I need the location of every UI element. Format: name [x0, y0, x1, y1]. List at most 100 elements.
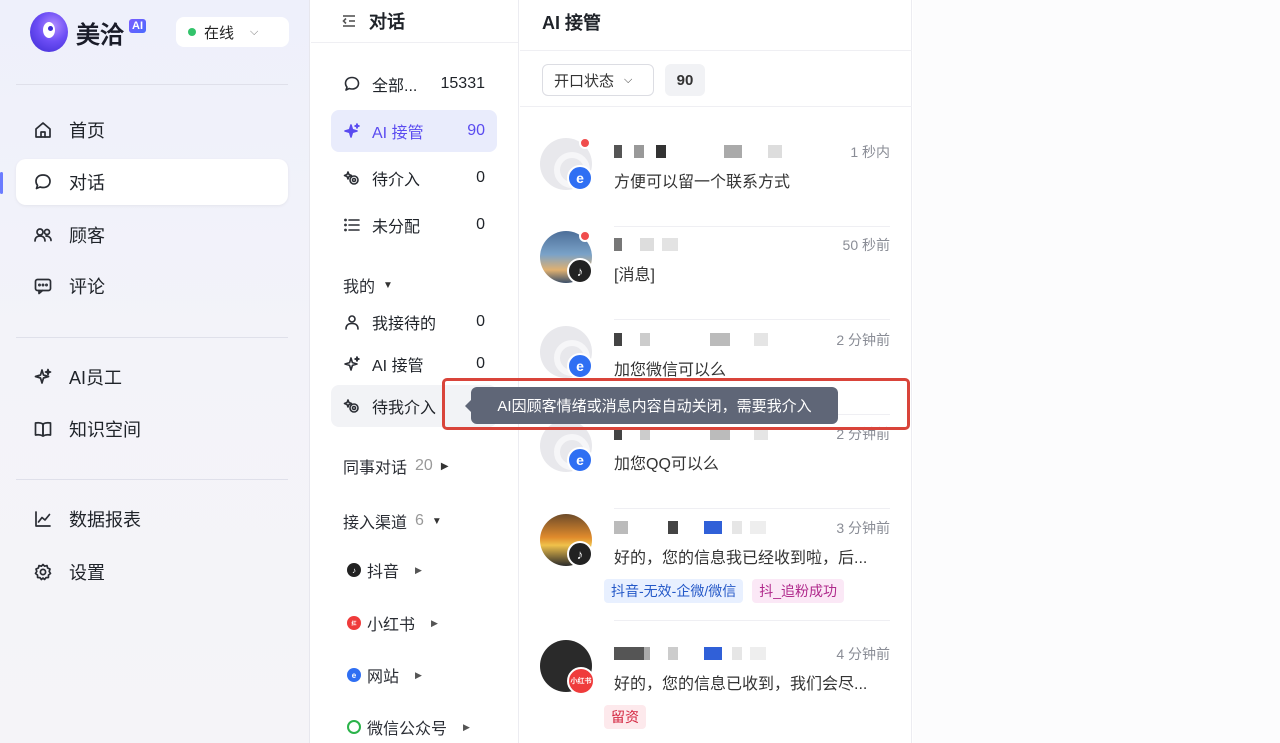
- conversation-filter-panel: 对话 全部... 15331 AI 接管 90 待介入 0 未分配 0 我的 ▼: [311, 0, 519, 743]
- unread-dot: [579, 230, 591, 242]
- chevron-down-icon: ⌵: [250, 25, 259, 38]
- nav-divider: [16, 84, 288, 85]
- brand-name: 美洽: [76, 21, 124, 49]
- message-preview: 好的，您的信息我已经收到啦，后...: [614, 550, 868, 567]
- tag[interactable]: 抖_追粉成功: [752, 579, 845, 603]
- nav-item-settings[interactable]: 设置: [16, 549, 288, 595]
- nav-item-label: 知识空间: [69, 420, 141, 440]
- customer-name-redacted: [614, 521, 766, 535]
- filter-label: 待我介入: [372, 400, 437, 417]
- filter-label: 未分配: [372, 219, 421, 236]
- filter-all[interactable]: 全部... 15331: [331, 63, 497, 105]
- person-icon: [343, 313, 361, 331]
- website-source-icon: e: [567, 353, 593, 379]
- caret-right-icon: ▶: [431, 617, 438, 628]
- conversation-panel-title: 对话: [369, 12, 405, 32]
- section-channels-count: 6: [415, 512, 424, 529]
- message-preview: 好的，您的信息已收到，我们会尽...: [614, 676, 868, 693]
- channel-label: 抖音: [367, 564, 400, 581]
- channel-label: 网站: [367, 669, 400, 686]
- section-colleagues-count: 20: [415, 457, 433, 474]
- channel-website[interactable]: e 网站 ▶: [347, 663, 422, 687]
- channel-wechat-official[interactable]: 微信公众号 ▶: [347, 715, 470, 739]
- nav-item-label: 数据报表: [69, 510, 141, 530]
- nav-item-ai-staff[interactable]: AI员工: [16, 354, 288, 400]
- caret-right-icon: ▶: [415, 669, 422, 680]
- channel-xiaohongshu[interactable]: 红 小红书 ▶: [347, 611, 438, 635]
- filter-unassigned[interactable]: 未分配 0: [331, 204, 497, 246]
- conversation-row[interactable]: e 1 秒内 方便可以留一个联系方式: [540, 133, 892, 227]
- section-colleagues-label: 同事对话: [343, 460, 408, 477]
- caret-right-icon: ▶: [415, 564, 422, 575]
- list-icon: [343, 216, 361, 234]
- open-status-select[interactable]: 开口状态 ⌵: [542, 64, 654, 96]
- nav-item-label: 评论: [69, 277, 105, 297]
- nav-item-label: 首页: [69, 121, 105, 141]
- book-icon: [32, 418, 54, 440]
- nav-item-customers[interactable]: 顾客: [16, 212, 288, 258]
- douyin-source-icon: ♪: [567, 541, 593, 567]
- tag[interactable]: 抖音-无效-企微/微信: [604, 579, 744, 603]
- customer-name-redacted: [614, 647, 766, 661]
- online-dot-icon: [188, 28, 196, 36]
- nav-divider: [16, 479, 288, 480]
- conversation-row[interactable]: ♪ 50 秒前 [消息]: [540, 226, 892, 320]
- tag[interactable]: 留资: [604, 705, 646, 729]
- channel-douyin[interactable]: ♪ 抖音 ▶: [347, 558, 422, 582]
- filter-ai-takeover[interactable]: AI 接管 90: [331, 110, 497, 152]
- tag-list: 留资: [604, 705, 646, 729]
- online-status-dropdown[interactable]: 在线 ⌵: [176, 17, 289, 47]
- chat-bubble-icon: [343, 75, 361, 93]
- row-divider: [614, 620, 890, 621]
- nav-item-knowledge[interactable]: 知识空间: [16, 406, 288, 452]
- open-status-label: 开口状态: [554, 72, 615, 90]
- pending-intervention-icon: [343, 397, 361, 415]
- collapse-panel-icon[interactable]: [341, 13, 357, 29]
- filter-label: 我接待的: [372, 316, 437, 333]
- chart-line-icon: [32, 508, 54, 530]
- filter-pending-intervention[interactable]: 待介入 0: [331, 157, 497, 199]
- brand: 美洽 AI: [30, 10, 146, 54]
- filter-label: AI 接管: [372, 358, 424, 375]
- unread-dot: [579, 137, 591, 149]
- people-icon: [32, 224, 54, 246]
- filter-label: AI 接管: [372, 125, 424, 142]
- conversation-panel-header: 对话: [311, 0, 518, 43]
- chevron-down-icon: ⌵: [624, 73, 633, 86]
- message-time: 2 分钟前: [836, 332, 890, 348]
- brand-logo: [30, 12, 68, 52]
- filter-count: 0: [476, 313, 485, 330]
- caret-down-icon: ▼: [383, 279, 393, 291]
- nav-item-reports[interactable]: 数据报表: [16, 496, 288, 542]
- annotation-highlight-box: [442, 378, 910, 430]
- list-title: AI 接管: [542, 12, 602, 33]
- customer-name-redacted: [614, 238, 678, 252]
- section-channels[interactable]: 接入渠道 6 ▼: [343, 509, 442, 533]
- conversation-list-panel: AI 接管 开口状态 ⌵ 90 e 1 秒内 方便可以留一个联系方式 ♪ 50 …: [520, 0, 912, 743]
- conversation-row[interactable]: 小红书 4 分钟前 好的，您的信息已收到，我们会尽... 留资: [540, 635, 892, 743]
- filter-my-received[interactable]: 我接待的 0: [331, 301, 497, 343]
- section-mine[interactable]: 我的 ▼: [343, 273, 393, 297]
- nav-item-comments[interactable]: 评论: [16, 263, 288, 309]
- website-source-icon: e: [567, 447, 593, 473]
- sparkle-icon: [343, 355, 361, 373]
- xiaohongshu-source-icon: 小红书: [567, 667, 595, 695]
- caret-right-icon: ▶: [463, 721, 470, 732]
- nav-divider: [16, 337, 288, 338]
- filter-count: 90: [467, 122, 485, 139]
- nav-item-chat[interactable]: 对话: [16, 159, 288, 205]
- conversation-row[interactable]: ♪ 3 分钟前 好的，您的信息我已经收到啦，后... 抖音-无效-企微/微信 抖…: [540, 509, 892, 621]
- nav-item-label: 顾客: [69, 226, 105, 246]
- filter-label: 全部...: [372, 78, 418, 95]
- sparkle-icon: [343, 122, 361, 140]
- online-status-label: 在线: [204, 24, 235, 42]
- channel-label: 小红书: [367, 617, 416, 634]
- nav-item-home[interactable]: 首页: [16, 107, 288, 153]
- message-preview: 加您QQ可以么: [614, 456, 719, 473]
- left-sidebar: 美洽 AI 在线 ⌵ 首页 对话 顾客 评论 AI员工 知识空间 数据报表 设置: [0, 0, 310, 743]
- section-channels-label: 接入渠道: [343, 515, 408, 532]
- customer-name-redacted: [614, 333, 768, 347]
- ai-badge: AI: [129, 19, 146, 33]
- section-colleagues[interactable]: 同事对话 20 ▶: [343, 454, 449, 478]
- row-divider: [614, 319, 890, 320]
